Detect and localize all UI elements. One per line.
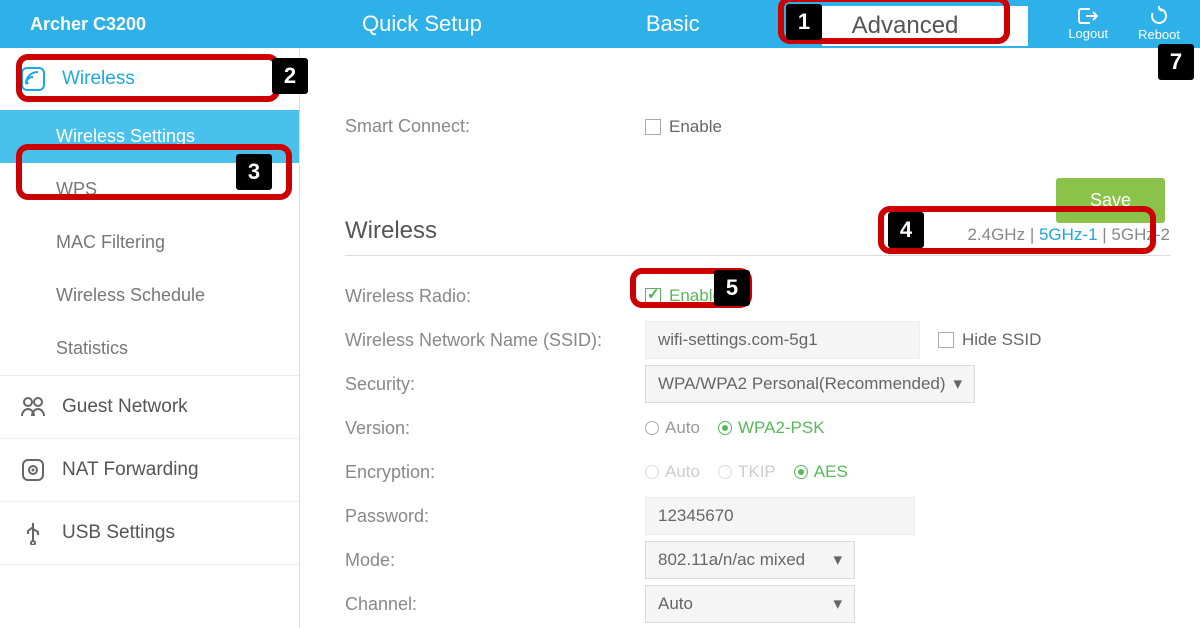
- checkbox-icon: [645, 119, 661, 135]
- sidebar-item-wireless[interactable]: Wireless: [0, 48, 299, 110]
- top-bar: Archer C3200 Quick Setup Basic Advanced …: [0, 0, 1200, 48]
- sidebar: Wireless Wireless Settings WPS MAC Filte…: [0, 48, 300, 628]
- hide-ssid-checkbox[interactable]: Hide SSID: [938, 330, 1041, 350]
- band-5ghz-2[interactable]: 5GHz-2: [1111, 225, 1170, 244]
- sidebar-item-nat-forwarding[interactable]: NAT Forwarding: [0, 439, 299, 501]
- sidebar-sub-mac-filtering[interactable]: MAC Filtering: [0, 216, 299, 269]
- ssid-label: Wireless Network Name (SSID):: [345, 330, 645, 351]
- sidebar-sub-wireless-schedule[interactable]: Wireless Schedule: [0, 269, 299, 322]
- wireless-icon: [18, 64, 48, 94]
- security-select[interactable]: WPA/WPA2 Personal(Recommended)▾: [645, 365, 975, 403]
- channel-label: Channel:: [345, 594, 645, 615]
- version-label: Version:: [345, 418, 645, 439]
- mode-label: Mode:: [345, 550, 645, 571]
- security-label: Security:: [345, 374, 645, 395]
- password-input[interactable]: 12345670: [645, 497, 915, 535]
- encryption-auto-radio[interactable]: Auto: [645, 462, 700, 482]
- checkbox-icon: [645, 288, 661, 304]
- ssid-input[interactable]: wifi-settings.com-5g1: [645, 321, 920, 359]
- sidebar-sub-statistics[interactable]: Statistics: [0, 322, 299, 375]
- guest-network-icon: [18, 392, 48, 422]
- reboot-icon: [1149, 6, 1169, 26]
- sidebar-item-usb-settings[interactable]: USB Settings: [0, 502, 299, 564]
- checkbox-icon: [938, 332, 954, 348]
- tab-basic[interactable]: Basic: [624, 0, 722, 48]
- chevron-down-icon: ▾: [953, 374, 962, 394]
- band-24ghz[interactable]: 2.4GHz: [967, 225, 1025, 244]
- band-5ghz-1[interactable]: 5GHz-1: [1039, 225, 1098, 244]
- encryption-label: Encryption:: [345, 462, 645, 483]
- smart-connect-enable[interactable]: Enable: [645, 117, 722, 137]
- sidebar-wireless-label: Wireless: [62, 68, 135, 90]
- sidebar-sub-wireless-settings[interactable]: Wireless Settings: [0, 110, 299, 163]
- top-tabs: Quick Setup Basic Advanced: [330, 0, 1068, 48]
- band-selector: 2.4GHz | 5GHz-1 | 5GHz-2: [967, 225, 1170, 245]
- device-model: Archer C3200: [30, 14, 330, 35]
- sidebar-sub-wps[interactable]: WPS: [0, 163, 299, 216]
- tab-quick-setup[interactable]: Quick Setup: [340, 0, 504, 48]
- password-label: Password:: [345, 506, 645, 527]
- usb-icon: [18, 518, 48, 548]
- nat-icon: [18, 455, 48, 485]
- logout-button[interactable]: Logout: [1068, 7, 1108, 41]
- channel-select[interactable]: Auto▾: [645, 585, 855, 623]
- main-content: Smart Connect: Enable Save Wireless 2.4G…: [300, 48, 1200, 628]
- logout-icon: [1077, 7, 1099, 25]
- save-button[interactable]: Save: [1056, 178, 1165, 223]
- encryption-tkip-radio[interactable]: TKIP: [718, 462, 776, 482]
- smart-connect-label: Smart Connect:: [345, 116, 645, 137]
- wireless-radio-label: Wireless Radio:: [345, 286, 645, 307]
- mode-select[interactable]: 802.11a/n/ac mixed▾: [645, 541, 855, 579]
- version-auto-radio[interactable]: Auto: [645, 418, 700, 438]
- wireless-section-title: Wireless: [345, 217, 437, 245]
- chevron-down-icon: ▾: [833, 594, 842, 614]
- encryption-aes-radio[interactable]: AES: [794, 462, 848, 482]
- wireless-radio-enable[interactable]: Enable: [645, 286, 722, 306]
- chevron-down-icon: ▾: [833, 550, 842, 570]
- version-wpa2psk-radio[interactable]: WPA2-PSK: [718, 418, 825, 438]
- tab-advanced[interactable]: Advanced: [822, 6, 1029, 46]
- sidebar-item-guest-network[interactable]: Guest Network: [0, 376, 299, 438]
- reboot-button[interactable]: Reboot: [1138, 6, 1180, 42]
